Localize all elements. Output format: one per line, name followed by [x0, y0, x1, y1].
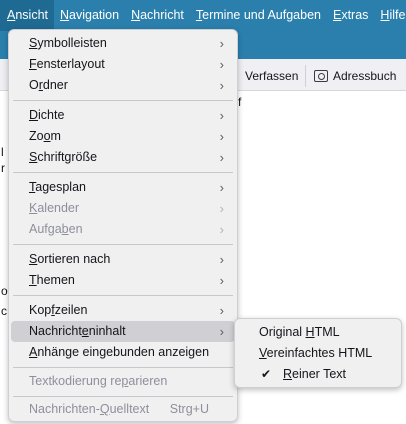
background-text: o: [1, 284, 8, 298]
chevron-right-icon: ›: [219, 201, 224, 216]
message-body-submenu: Original HTML Vereinfachtes HTML ✔ Reiner…: [234, 318, 402, 388]
menu-item-calendar: Kalender ›: [11, 198, 235, 219]
addressbook-button[interactable]: Adressbuch: [305, 65, 404, 87]
menu-item-threads[interactable]: Themen ›: [11, 270, 235, 291]
menu-item-zoom[interactable]: Zoom ›: [11, 126, 235, 147]
menu-item-page-source: Nachrichten-Quelltext Strg+U: [11, 399, 235, 420]
menu-item-attachments-inline[interactable]: Anhänge eingebunden anzeigen: [11, 342, 235, 363]
background-text: r: [1, 161, 5, 175]
chevron-right-icon: ›: [219, 222, 224, 237]
menu-item-layout[interactable]: Fensterlayout ›: [11, 54, 235, 75]
menu-separator: [13, 172, 233, 173]
chevron-right-icon: ›: [219, 36, 224, 51]
menubar-item-ansicht[interactable]: Ansicht: [0, 0, 54, 31]
submenu-item-plain-text[interactable]: ✔ Reiner Text: [237, 364, 399, 385]
chevron-right-icon: ›: [219, 108, 224, 123]
menubar-item-extras[interactable]: Extras: [327, 0, 374, 31]
menu-separator: [13, 367, 233, 368]
chevron-right-icon: ›: [219, 273, 224, 288]
chevron-right-icon: ›: [219, 57, 224, 72]
background-text: c: [1, 304, 7, 318]
chevron-right-icon: ›: [219, 252, 224, 267]
menu-item-font-size[interactable]: Schriftgröße ›: [11, 147, 235, 168]
menu-item-density[interactable]: Dichte ›: [11, 105, 235, 126]
menubar-item-hilfe[interactable]: Hilfe: [374, 0, 406, 31]
chevron-right-icon: ›: [219, 78, 224, 93]
chevron-right-icon: ›: [219, 129, 224, 144]
menu-item-tasks: Aufgaben ›: [11, 219, 235, 240]
addressbook-label: Adressbuch: [333, 69, 397, 83]
menu-item-today-pane[interactable]: Tagesplan ›: [11, 177, 235, 198]
menubar-item-navigation[interactable]: Navigation: [54, 0, 125, 31]
shortcut-label: Strg+U: [169, 402, 209, 416]
submenu-item-simple-html[interactable]: Vereinfachtes HTML: [237, 343, 399, 364]
menu-separator: [13, 396, 233, 397]
menu-item-sort-by[interactable]: Sortieren nach ›: [11, 249, 235, 270]
compose-button[interactable]: Verfassen: [236, 65, 306, 87]
background-text: l: [1, 145, 4, 159]
menubar: Ansicht Navigation Nachricht Termine und…: [0, 0, 406, 31]
chevron-right-icon: ›: [219, 150, 224, 165]
menu-item-headers[interactable]: Kopfzeilen ›: [11, 300, 235, 321]
menu-separator: [13, 295, 233, 296]
menu-separator: [13, 100, 233, 101]
menu-item-repair-encoding: Textkodierung reparieren: [29, 374, 168, 388]
chevron-right-icon: ›: [219, 324, 224, 339]
submenu-item-original-html[interactable]: Original HTML: [237, 322, 399, 343]
checkmark-icon: ✔: [261, 367, 272, 381]
chevron-right-icon: ›: [219, 303, 224, 318]
menu-item-message-body[interactable]: Nachrichteninhalt ›: [11, 321, 235, 342]
view-menu: Symbolleisten › Fensterlayout › Ordner › Di…: [8, 29, 238, 422]
addressbook-icon: [314, 70, 328, 82]
menubar-item-termine[interactable]: Termine und Aufgaben: [190, 0, 327, 31]
menu-separator: [13, 244, 233, 245]
menubar-item-nachricht[interactable]: Nachricht: [125, 0, 190, 31]
menu-item-toolbars[interactable]: Symbolleisten ›: [11, 33, 235, 54]
menu-item-folders[interactable]: Ordner ›: [11, 75, 235, 96]
chevron-right-icon: ›: [219, 180, 224, 195]
background-text: f: [238, 95, 242, 109]
